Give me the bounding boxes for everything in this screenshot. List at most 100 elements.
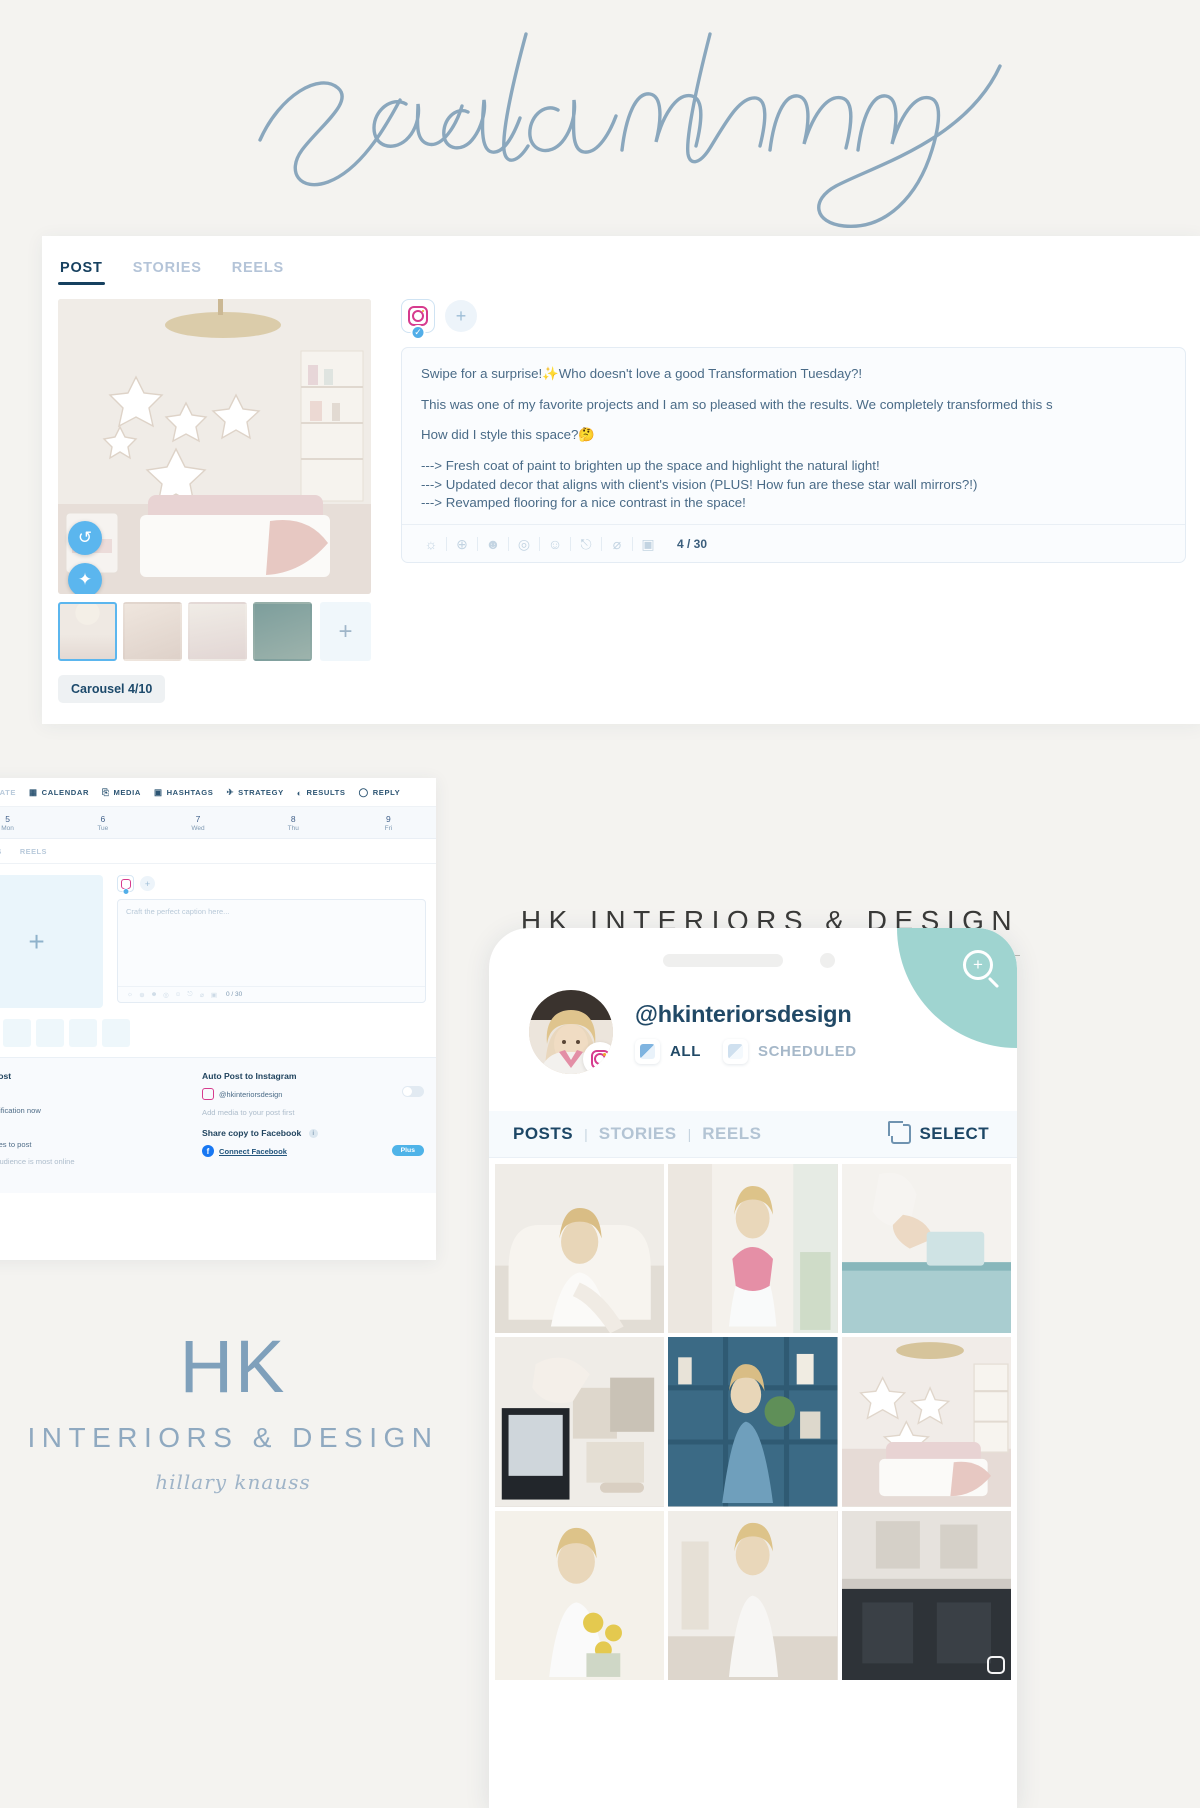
day-cell[interactable]: 9 Fri <box>341 814 436 832</box>
day-name: Mon <box>1 825 14 832</box>
hero-image[interactable]: ↺ ✦ <box>58 299 371 594</box>
tab-post[interactable]: POST <box>58 256 105 285</box>
mini-add-account-button[interactable]: + <box>140 876 155 891</box>
day-cell[interactable]: 5 Mon <box>0 814 55 832</box>
post-settings-panel: your post as draft post notification now… <box>0 1057 436 1193</box>
grid-cell-woman-yellow-flowers[interactable] <box>495 1510 665 1680</box>
grid-cell-tile-samples[interactable] <box>495 1337 665 1507</box>
filter-label-all[interactable]: ALL <box>670 1043 701 1060</box>
hashtag-icon[interactable]: ▣ <box>633 537 663 551</box>
info-icon[interactable]: i <box>308 1129 318 1139</box>
thumbnail-3[interactable] <box>188 602 247 661</box>
phone-notch <box>663 950 843 972</box>
rotate-icon[interactable]: ↺ <box>68 521 102 555</box>
menu-item-calendar[interactable]: ▦ CALENDAR <box>29 787 89 798</box>
add-media-button[interactable]: + <box>320 602 371 661</box>
phone-profile-header: @hkinteriorsdesign ALL SCHEDULED <box>489 990 1017 1074</box>
magic-wand-icon[interactable]: ✦ <box>68 563 102 594</box>
post-composer-card: POST STORIES REELS ↺ ✦ + Carousel 4/10 ✓… <box>42 236 1200 724</box>
mini-caption-editor[interactable]: Craft the perfect caption here... ☼ ⊕ ☻ … <box>117 899 426 1003</box>
filter-checkbox-all[interactable] <box>635 1038 660 1064</box>
menu-item-hashtags[interactable]: ▣ HASHTAGS <box>154 787 214 798</box>
mini-instagram-chip[interactable] <box>117 875 134 895</box>
autopost-settings: Auto Post to Instagram @hkinteriorsdesig… <box>202 1071 424 1180</box>
autopost-toggle[interactable] <box>402 1086 424 1097</box>
logo-monogram: HK <box>179 1325 287 1408</box>
grid-art <box>495 1337 665 1507</box>
tab-reels[interactable]: REELS <box>230 256 286 285</box>
schedule-option[interactable]: post notification now <box>0 1106 182 1115</box>
tag-user-icon[interactable]: ☻ <box>148 991 160 998</box>
add-circle-icon[interactable]: ⊕ <box>136 991 148 999</box>
mini-thumb-slot[interactable] <box>3 1019 31 1047</box>
add-circle-icon[interactable]: ⊕ <box>447 537 477 551</box>
caption-editor[interactable]: Swipe for a surprise!✨Who doesn't love a… <box>401 347 1186 564</box>
menu-item-results[interactable]: ◐ RESULTS <box>297 788 346 798</box>
grid-cell-woman-on-sofa[interactable] <box>495 1164 665 1334</box>
grid-cell-kitchen-dark[interactable] <box>841 1510 1011 1680</box>
carousel-badge: Carousel 4/10 <box>58 675 166 703</box>
thumbnail-2[interactable] <box>123 602 182 661</box>
schedule-option[interactable]: best times to post <box>0 1140 182 1149</box>
mini-tab-stories[interactable]: STORIES <box>0 847 2 856</box>
location-icon[interactable]: ◎ <box>509 537 539 551</box>
mini-thumb-slot[interactable] <box>69 1019 97 1047</box>
mini-media-dropzone[interactable]: + <box>0 875 103 1008</box>
thumbnail-4[interactable] <box>253 602 312 661</box>
menu-item-media[interactable]: ⎘ MEDIA <box>102 787 141 798</box>
phone-profile-text: @hkinteriorsdesign ALL SCHEDULED <box>635 1001 857 1064</box>
filter-checkbox-scheduled[interactable] <box>722 1038 748 1064</box>
schedule-option[interactable]: as draft <box>0 1089 182 1098</box>
day-cell[interactable]: 6 Tue <box>55 814 150 832</box>
grid-cell-woman-pink-top[interactable] <box>668 1164 838 1334</box>
day-cell[interactable]: 8 Thu <box>246 814 341 832</box>
hashtag-icon[interactable]: ▣ <box>208 991 220 999</box>
menu-item-strategy[interactable]: ✈ STRATEGY <box>226 787 283 798</box>
saved-icon[interactable]: ⎋ <box>571 537 601 551</box>
saved-icon[interactable]: ⎋ <box>184 991 196 999</box>
grid-art <box>841 1510 1011 1680</box>
phone-tab-stories[interactable]: STORIES <box>599 1124 677 1144</box>
no-hashtag-icon[interactable]: ⌀ <box>602 537 632 551</box>
grid-cell-woman-standing[interactable] <box>668 1510 838 1680</box>
thumbnail-1[interactable] <box>58 602 117 661</box>
mini-tab-reels[interactable]: REELS <box>20 847 47 856</box>
emoji-icon[interactable]: ☺ <box>172 991 184 998</box>
mini-caption-toolbar: ☼ ⊕ ☻ ◎ ☺ ⎋ ⌀ ▣ 0 / 30 <box>118 986 425 1002</box>
mini-thumb-slot[interactable] <box>102 1019 130 1047</box>
phone-tab-posts[interactable]: POSTS <box>513 1124 573 1144</box>
location-icon[interactable]: ◎ <box>160 991 172 999</box>
grid-art <box>841 1164 1011 1334</box>
idea-icon[interactable]: ☼ <box>124 991 136 998</box>
zoom-in-icon <box>963 950 993 980</box>
instagram-icon <box>408 306 428 326</box>
connect-facebook-link[interactable]: Connect Facebook <box>219 1147 287 1156</box>
grid-cell-hand-swatch[interactable] <box>841 1164 1011 1334</box>
phone-tab-reels[interactable]: REELS <box>702 1124 761 1144</box>
tag-user-icon[interactable]: ☻ <box>478 537 508 551</box>
grid-cell-star-bedroom[interactable] <box>841 1337 1011 1507</box>
select-button[interactable]: SELECT <box>887 1121 989 1144</box>
filter-label-scheduled[interactable]: SCHEDULED <box>758 1043 857 1060</box>
add-account-button[interactable]: + <box>445 300 477 332</box>
mini-caption-counter: 0 / 30 <box>226 991 243 998</box>
grid-cell-woman-blue-shelf[interactable] <box>668 1337 838 1507</box>
no-hashtag-icon[interactable]: ⌀ <box>196 991 208 999</box>
avatar[interactable] <box>529 990 613 1074</box>
schedule-option[interactable]: om time <box>0 1123 182 1132</box>
media-thumbnail-strip: + <box>58 602 371 661</box>
menu-label-hashtags: HASHTAGS <box>166 788 214 797</box>
media-icon: ⎘ <box>102 787 110 797</box>
mini-thumb-slot[interactable] <box>36 1019 64 1047</box>
tab-stories[interactable]: STORIES <box>131 256 204 285</box>
emoji-icon[interactable]: ☺ <box>540 537 570 551</box>
menu-label-strategy: STRATEGY <box>238 788 284 797</box>
instagram-icon <box>986 1655 1005 1674</box>
mini-caption-column: + Craft the perfect caption here... ☼ ⊕ … <box>117 875 426 1008</box>
menu-item-create[interactable]: ✎ CREATE <box>0 787 16 798</box>
day-cell[interactable]: 7 Wed <box>150 814 245 832</box>
idea-icon[interactable]: ☼ <box>416 537 446 551</box>
instagram-account-chip[interactable]: ✓ <box>401 299 435 340</box>
caption-text[interactable]: Swipe for a surprise!✨Who doesn't love a… <box>402 348 1185 524</box>
menu-item-reply[interactable]: ◯ REPLY <box>359 787 401 798</box>
